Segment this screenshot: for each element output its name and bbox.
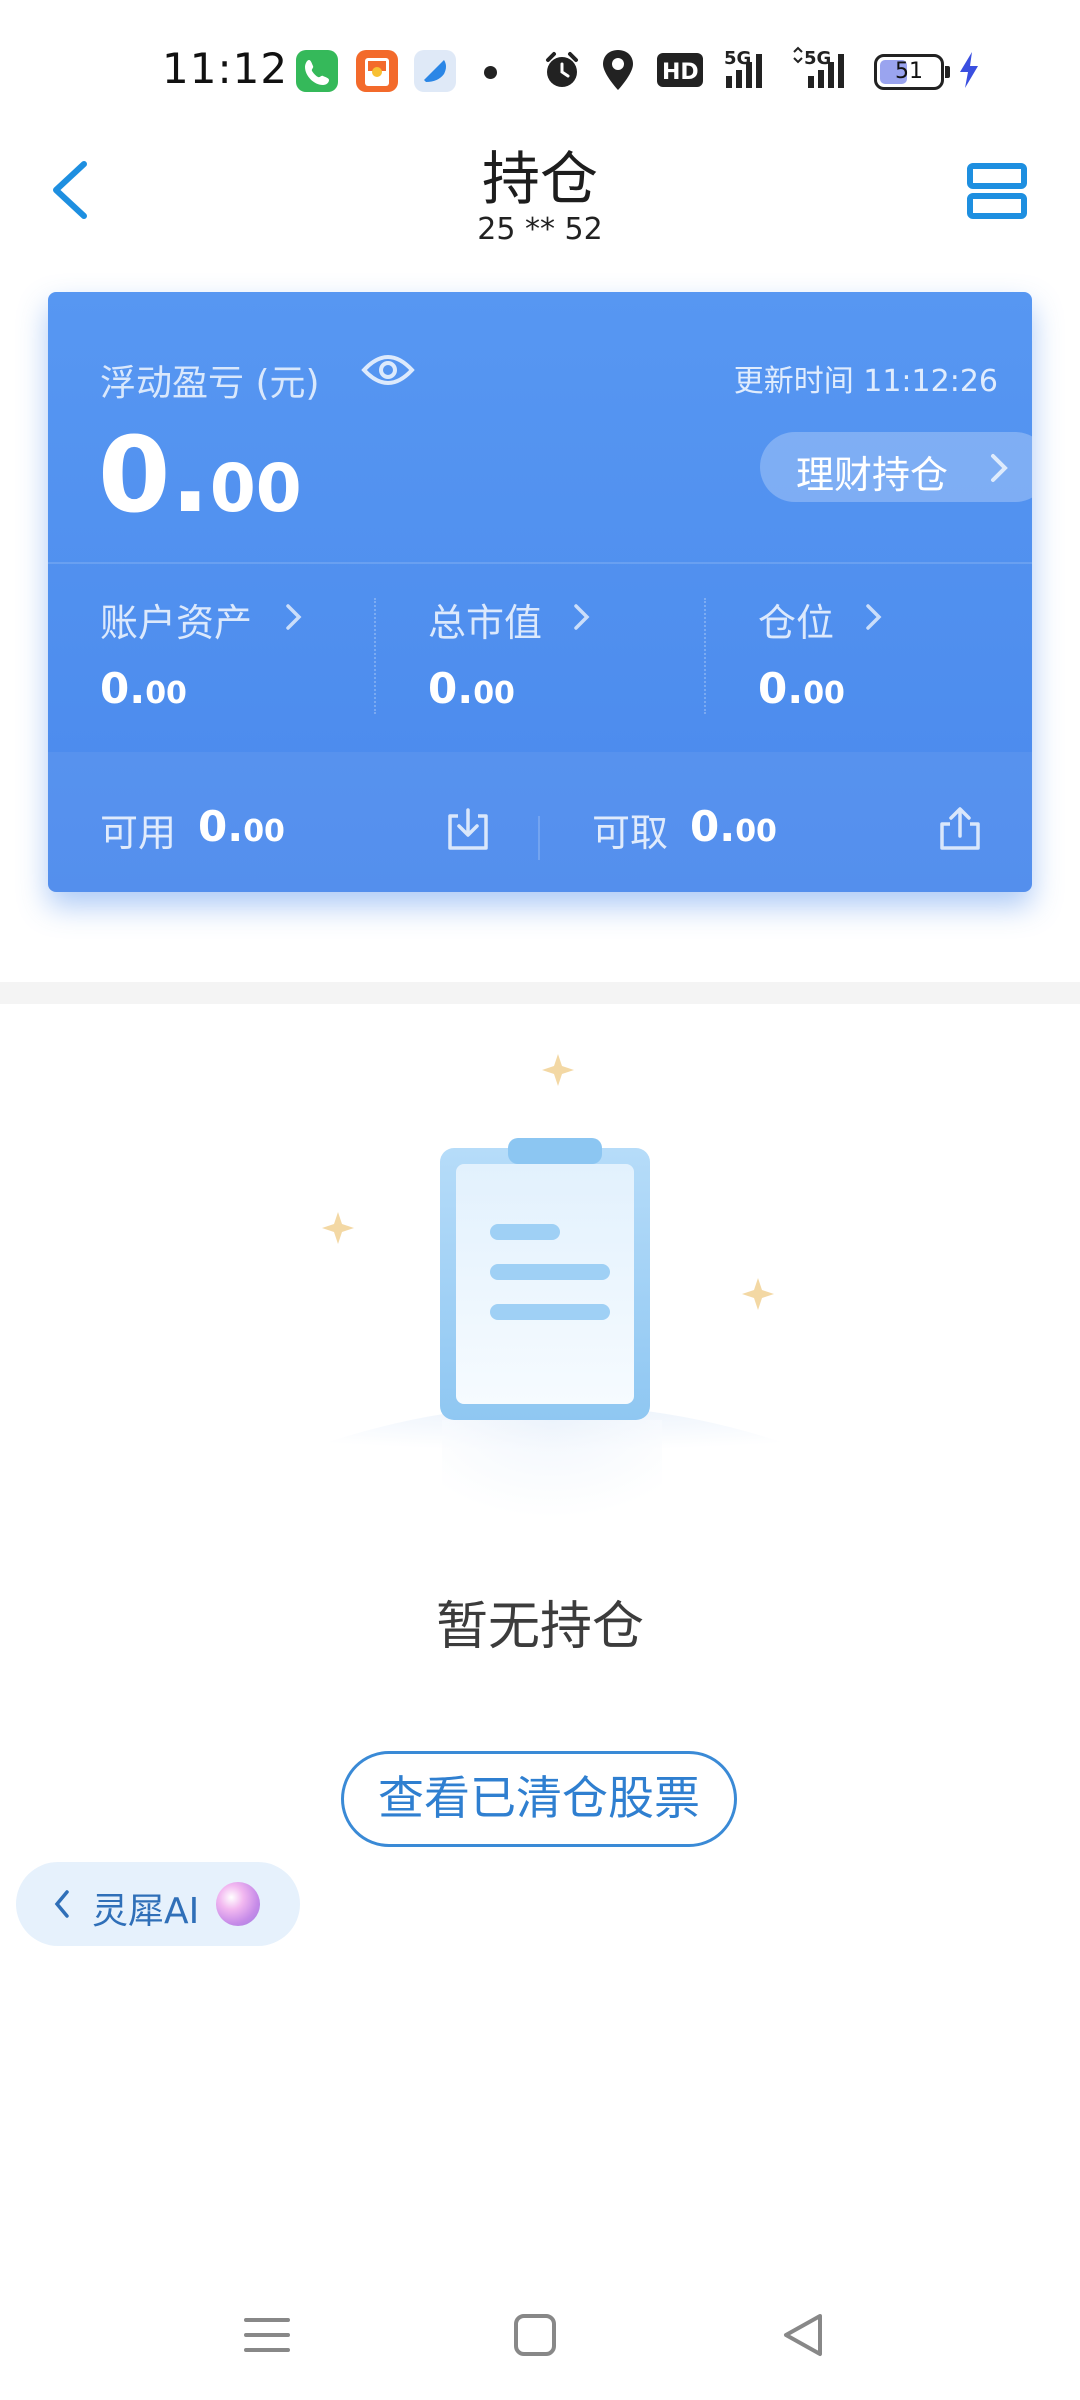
- battery-icon: 51: [874, 54, 950, 90]
- chevron-right-icon: [574, 604, 590, 630]
- view-cleared-stocks-button[interactable]: 查看已清仓股票: [341, 1751, 737, 1847]
- metric-label: 总市值: [428, 601, 543, 645]
- signal-5g-secondary-icon: 5G: [790, 46, 860, 92]
- alarm-icon: [540, 48, 584, 92]
- home-button[interactable]: [500, 2300, 570, 2370]
- location-icon: [600, 48, 636, 92]
- wealth-holdings-label: 理财持仓: [796, 453, 949, 497]
- metric-label: 账户资产: [100, 601, 253, 645]
- phone-app-icon: [296, 50, 338, 92]
- metric-value: 0.00: [758, 664, 845, 713]
- metric-value: 0.00: [100, 664, 187, 713]
- ai-assistant-pill[interactable]: 灵犀AI: [16, 1862, 300, 1946]
- chevron-right-icon: [991, 454, 1008, 482]
- account-number: 25 ** 52: [477, 212, 603, 247]
- svg-text:HD: HD: [662, 60, 699, 85]
- notification-dot-icon: [484, 66, 497, 79]
- system-back-button[interactable]: [770, 2300, 840, 2370]
- update-time: 更新时间 11:12:26: [733, 364, 998, 399]
- ai-assistant-label: 灵犀AI: [92, 1891, 200, 1932]
- available-label: 可用: [100, 811, 177, 855]
- metric-value: 0.00: [428, 664, 515, 713]
- metric-position-ratio[interactable]: 仓位 0.00: [758, 592, 1032, 722]
- deposit-icon[interactable]: [444, 806, 492, 852]
- recent-apps-button[interactable]: [232, 2300, 302, 2370]
- metric-market-value[interactable]: 总市值 0.00: [428, 592, 728, 722]
- chevron-right-icon: [286, 604, 302, 630]
- transfer-out-icon[interactable]: [936, 804, 984, 852]
- ai-orb-icon: [216, 1882, 260, 1926]
- chevron-right-icon: [866, 604, 882, 630]
- floating-pl-value: 0.00: [98, 414, 302, 536]
- card-divider: [48, 562, 1032, 564]
- withdrawable-value: 0.00: [690, 802, 777, 851]
- hd-voice-icon: HD: [656, 52, 704, 88]
- wallet-app-icon: [414, 50, 456, 92]
- empty-clipboard-illustration: [250, 1040, 860, 1560]
- asset-summary-card: 浮动盈亏 (元) 更新时间 11:12:26 0.00 理财持仓 账户资产 0.…: [48, 292, 1032, 892]
- section-divider: [0, 982, 1080, 1004]
- available-value: 0.00: [198, 802, 285, 851]
- home-square-icon: [514, 2314, 556, 2356]
- status-bar: 11:12 HD 5G 5G 51: [0, 0, 1080, 130]
- svg-text:5G: 5G: [804, 48, 831, 69]
- back-triangle-icon: [784, 2314, 822, 2356]
- card-footer: 可用 0.00 可取 0.00: [48, 752, 1032, 892]
- status-time: 11:12: [162, 44, 289, 93]
- page-title: 持仓: [481, 145, 598, 213]
- withdrawable-label: 可取: [592, 811, 669, 855]
- system-navigation-bar: [0, 2280, 1080, 2400]
- chevron-left-icon: [54, 1890, 69, 1918]
- red-packet-app-icon: [356, 50, 398, 92]
- empty-state-text: 暂无持仓: [435, 1597, 644, 1657]
- menu-button[interactable]: [966, 160, 1028, 222]
- eye-icon[interactable]: [360, 348, 416, 392]
- floating-pl-label: 浮动盈亏 (元): [100, 363, 320, 404]
- menu-lines-icon: [244, 2318, 290, 2352]
- signal-5g-icon: 5G: [722, 46, 778, 92]
- battery-level: 51: [895, 59, 923, 84]
- menu-icon: [967, 163, 1027, 219]
- metric-label: 仓位: [758, 601, 835, 645]
- charging-icon: [956, 50, 982, 90]
- wealth-holdings-button[interactable]: 理财持仓: [760, 432, 1032, 502]
- metric-account-assets[interactable]: 账户资产 0.00: [100, 592, 400, 722]
